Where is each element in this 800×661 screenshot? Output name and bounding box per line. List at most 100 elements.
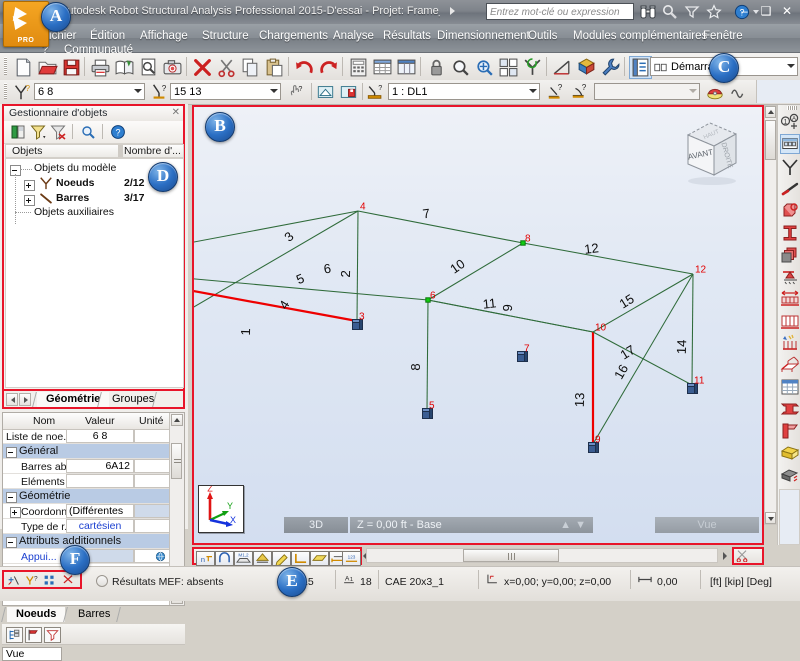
chevron-down-icon-case[interactable] [529,89,537,93]
pen-icon[interactable] [272,551,291,566]
save-layers-icon[interactable] [10,124,26,140]
table-results-icon[interactable] [395,56,418,79]
pg-scroll-thumb[interactable] [171,443,182,479]
cut-scissors-icon[interactable] [215,56,238,79]
minimize-button[interactable]: – [739,4,753,18]
pg-row-liste-noeuds[interactable]: Liste de noe... 6 8 [3,429,184,444]
support-icon[interactable]: ? [570,83,590,101]
pg-expander-general[interactable] [6,447,17,458]
title-overflow-arrow-icon[interactable] [450,7,455,15]
view-name-box[interactable]: Vue [2,647,62,661]
numbers-icon[interactable]: 123 [342,551,361,566]
bar-select-icon[interactable]: ? [150,83,168,101]
view-scroll-up-button[interactable] [765,106,776,118]
menu-chargements[interactable]: Chargements [259,30,328,42]
coordinates-icon[interactable] [485,573,499,586]
view-mode-label[interactable]: 3D [284,517,348,533]
tab-prev-button[interactable] [6,393,18,406]
chevron-down-icon-secondary[interactable] [689,89,697,93]
pg-expander-coordonnees[interactable] [10,507,21,518]
case-icon[interactable]: ? [366,83,385,101]
bar-7[interactable] [357,210,524,244]
bar-10[interactable] [427,242,524,301]
node-selection-combo[interactable]: 6 8 [34,83,145,100]
load-case-combo[interactable]: 1 : DL1 [388,83,540,100]
panels-icon[interactable]: M1,2 [234,551,253,566]
tree-label-objets-auxiliaires[interactable]: Objets auxiliaires [34,206,114,218]
menu-dimensionnement[interactable]: Dimensionnement [437,30,530,42]
filter-icon[interactable] [30,124,46,140]
globe-icon[interactable] [155,551,166,562]
release-icon[interactable] [780,201,800,221]
pg-value-type-cell[interactable]: cartésien [66,519,134,533]
pg-expander-attributs[interactable] [6,537,17,548]
secondary-combo[interactable] [594,83,700,100]
new-file-icon[interactable] [12,56,35,79]
display-attributes-icon[interactable] [497,56,520,79]
bar-5[interactable] [194,267,358,323]
pg-row-barres-ab[interactable]: Barres ab... 6A12 [3,459,184,474]
palette-icon[interactable] [705,83,725,101]
diagram-flag-icon[interactable] [25,627,42,643]
pan-zoom-icon[interactable] [473,56,496,79]
length-icon[interactable] [638,574,652,585]
loads-wizard-icon[interactable] [780,333,800,353]
viewport-horizontal-scrollbar[interactable] [366,548,718,563]
object-manager-close-icon[interactable]: ✕ [172,107,180,118]
menu-edition[interactable]: Édition [90,30,125,42]
toolbar-scroll-right-icon[interactable] [723,552,727,560]
wave-icon[interactable] [729,83,749,101]
span-dim-icon[interactable] [780,289,800,309]
solid-icon[interactable] [780,443,800,463]
select-help-icon[interactable]: ? [24,574,39,587]
tree-label-objets-du-modele[interactable]: Objets du modèle [34,162,116,174]
open-folder-icon[interactable] [36,56,59,79]
screenshot-camera-icon[interactable] [161,56,184,79]
grid-icon[interactable] [780,311,800,331]
beam-section-icon[interactable] [780,399,800,419]
chevron-down-icon-bars[interactable] [270,89,278,93]
view-level-label[interactable]: Z = 0,00 ft - Base ▲ ▼ [350,517,593,533]
close-button[interactable]: ✕ [782,4,796,18]
autodesk-360-icon[interactable] [684,4,700,20]
undo-icon[interactable] [293,56,316,79]
tree-label-barres[interactable]: Barres [56,192,89,204]
cut-tool-status-icon[interactable] [60,574,76,587]
search-input[interactable]: Entrez mot-clé ou expression [486,3,634,20]
hand-help-icon[interactable]: ? [287,84,305,100]
print-preview-icon[interactable] [113,56,136,79]
viewcube[interactable]: AVANT DROITE HAUT [674,117,746,187]
view-scroll-thumb[interactable] [765,120,776,160]
table-results-icon[interactable] [780,377,800,397]
save-icon[interactable] [60,56,83,79]
copy-icon[interactable] [239,56,262,79]
view-panel-icon[interactable] [316,83,335,101]
mesh-icon[interactable] [780,465,800,485]
panel-icon[interactable] [780,134,800,154]
paste-icon[interactable] [263,56,286,79]
bar-14[interactable] [691,273,694,386]
menu-resultats[interactable]: Résultats [383,30,431,42]
tree-view-icon[interactable] [6,627,23,643]
render-icon[interactable] [575,56,598,79]
delete-x-icon[interactable] [191,56,214,79]
pg-expander-geometrie[interactable] [6,492,17,503]
pg-value-elements-cell[interactable] [66,474,134,488]
filter-clear-icon[interactable] [50,124,66,140]
bar-6[interactable] [194,267,429,301]
connection-icon[interactable] [780,421,800,441]
bar-12[interactable] [522,242,694,275]
pg-row-elements[interactable]: Eléments ... [3,474,184,489]
plate-icon[interactable] [310,551,329,566]
node-select-icon[interactable]: ? [12,83,30,101]
right-toolbar-grip[interactable] [787,106,797,110]
calculator-icon[interactable] [347,56,370,79]
search-help-binoculars-icon[interactable] [640,4,656,20]
menu-analyse[interactable]: Analyse [333,30,374,42]
tree-label-noeuds[interactable]: Noeuds [56,177,95,189]
layout-list-icon[interactable] [629,56,652,79]
print-zoom-icon[interactable] [137,56,160,79]
favorites-star-icon[interactable] [706,4,722,20]
print-icon[interactable] [89,56,112,79]
toolbar-grip[interactable] [4,57,7,75]
